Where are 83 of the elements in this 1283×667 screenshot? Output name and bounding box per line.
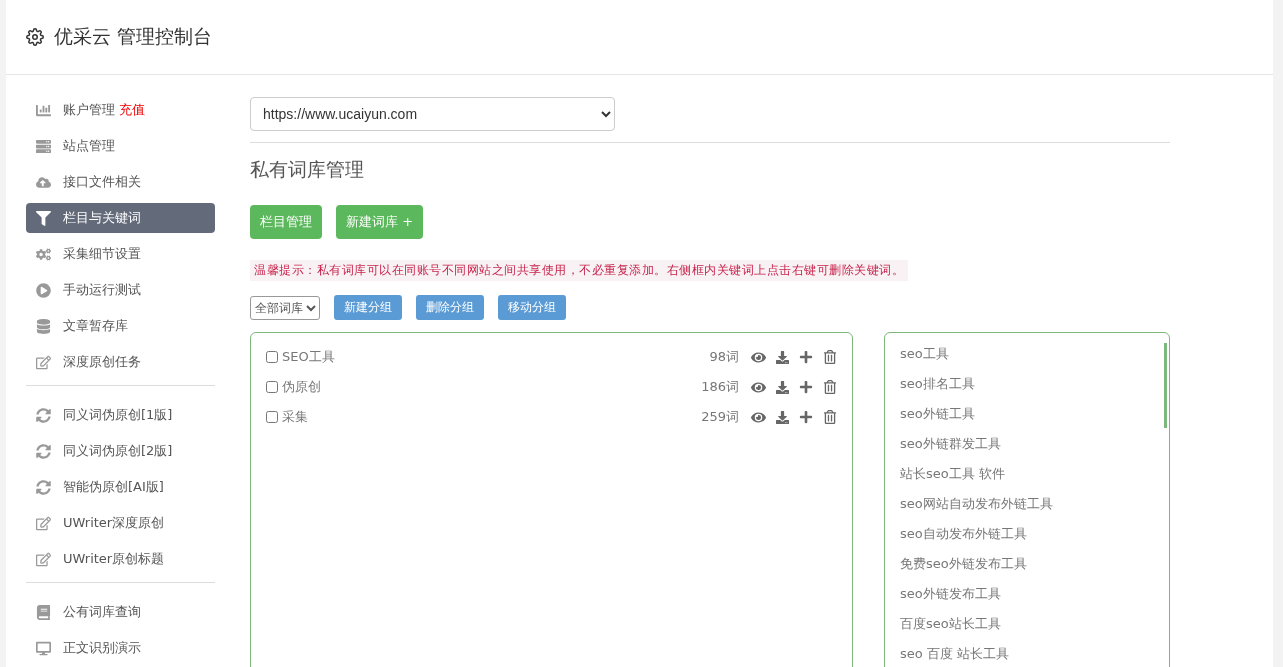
edit-icon (36, 354, 51, 370)
monitor-icon (36, 640, 51, 656)
refresh-icon (36, 407, 51, 423)
download-icon[interactable] (776, 410, 789, 424)
refresh-icon (36, 479, 51, 495)
sidebar-item[interactable]: 同义词伪原创[2版] (26, 436, 215, 466)
sidebar-item[interactable]: 公有词库查询 (26, 597, 215, 627)
sidebar-item-label: 同义词伪原创[1版] (63, 406, 173, 424)
edit-icon (36, 515, 51, 531)
sidebar-item[interactable]: 智能伪原创[AI版] (26, 472, 215, 502)
sidebar-item[interactable]: 手动运行测试 (26, 275, 215, 305)
sidebar-item[interactable]: UWriter深度原创 (26, 508, 215, 538)
sidebar-item[interactable]: UWriter原创标题 (26, 544, 215, 574)
keyword-item[interactable]: seo网站自动发布外链工具 (900, 489, 1169, 519)
keyword-item[interactable]: 站长seo工具 软件 (900, 459, 1169, 489)
tip-text: 温馨提示：私有词库可以在同账号不同网站之间共享使用，不必重复添加。右侧框内关键词上点击右键可删除关键词。 (250, 260, 908, 281)
keyword-item[interactable]: seo外链群发工具 (900, 429, 1169, 459)
download-icon[interactable] (776, 350, 789, 364)
refresh-icon (36, 443, 51, 459)
sidebar-item[interactable]: 深度原创任务 (26, 347, 215, 377)
gears-icon (36, 246, 51, 262)
sidebar-item-label: 正文识别演示 (63, 639, 141, 657)
sidebar-item-label: UWriter深度原创 (63, 514, 165, 532)
book-icon (36, 604, 51, 620)
sidebar-item[interactable]: 采集细节设置 (26, 239, 215, 269)
sidebar-item-label: 深度原创任务 (63, 353, 141, 371)
sidebar-item-label: 文章暂存库 (63, 317, 128, 335)
library-name: 采集 (282, 408, 309, 426)
settings-icon (26, 28, 44, 46)
sidebar-item-label: 公有词库查询 (63, 603, 141, 621)
trash-icon[interactable] (823, 380, 837, 394)
sidebar-item-label: 采集细节设置 (63, 245, 141, 263)
sidebar-item[interactable]: 接口文件相关 (26, 167, 215, 197)
word-count: 259词 (701, 408, 739, 426)
bar-chart-icon (36, 102, 51, 118)
sidebar-item[interactable]: 同义词伪原创[1版] (26, 400, 215, 430)
keyword-item[interactable]: seo外链发布工具 (900, 579, 1169, 609)
sidebar-item[interactable]: 栏目与关键词 (26, 203, 215, 233)
trash-icon[interactable] (823, 350, 837, 364)
library-checkbox[interactable] (266, 351, 278, 363)
play-icon (36, 282, 51, 298)
sidebar-item-label: 站点管理 (63, 137, 115, 155)
plus-icon[interactable] (799, 410, 813, 424)
group-button[interactable]: 移动分组 (498, 295, 566, 320)
sidebar-item-label: 智能伪原创[AI版] (63, 478, 164, 496)
library-name: SEO工具 (282, 348, 336, 366)
cloud-upload-icon (36, 174, 51, 190)
section-title: 私有词库管理 (250, 157, 365, 182)
library-checkbox[interactable] (266, 411, 278, 423)
word-count: 186词 (701, 378, 739, 396)
trash-icon[interactable] (823, 410, 837, 424)
group-filter-select[interactable]: 全部词库 (250, 295, 320, 320)
sidebar-item[interactable]: 文章暂存库 (26, 311, 215, 341)
keyword-item[interactable]: 百度seo站长工具 (900, 609, 1169, 639)
library-name: 伪原创 (282, 378, 322, 396)
keyword-item[interactable]: seo排名工具 (900, 369, 1169, 399)
plus-icon[interactable] (799, 380, 813, 394)
plus-icon[interactable] (799, 350, 813, 364)
console-title: 优采云 管理控制台 (54, 24, 213, 49)
edit-icon (36, 551, 51, 567)
group-button[interactable]: 删除分组 (416, 295, 484, 320)
group-button[interactable]: 新建分组 (334, 295, 402, 320)
keyword-item[interactable]: seo外链工具 (900, 399, 1169, 429)
sidebar-item-label: 接口文件相关 (63, 173, 141, 191)
server-icon (36, 138, 51, 154)
word-count: 98词 (709, 348, 739, 366)
sidebar-item[interactable]: 正文识别演示 (26, 633, 215, 663)
library-checkbox[interactable] (266, 381, 278, 393)
keyword-item[interactable]: seo 百度 站长工具 (900, 639, 1169, 667)
sidebar-item-label: 账户管理 充值 (63, 101, 145, 119)
sidebar-item-label: 栏目与关键词 (63, 209, 141, 227)
keyword-item[interactable]: seo工具 (900, 339, 1169, 369)
filter-icon (36, 210, 51, 226)
sidebar-item-label: 手动运行测试 (63, 281, 141, 299)
sidebar-item[interactable]: 账户管理 充值 (26, 95, 215, 125)
keyword-item[interactable]: 免费seo外链发布工具 (900, 549, 1169, 579)
keyword-item[interactable]: seo自动发布外链工具 (900, 519, 1169, 549)
site-select[interactable]: https://www.ucaiyun.com (250, 97, 615, 131)
download-icon[interactable] (776, 380, 789, 394)
sidebar-item[interactable]: 站点管理 (26, 131, 215, 161)
database-icon (36, 318, 51, 334)
sidebar-item-label: 同义词伪原创[2版] (63, 442, 173, 460)
sidebar-item-label: UWriter原创标题 (63, 550, 165, 568)
